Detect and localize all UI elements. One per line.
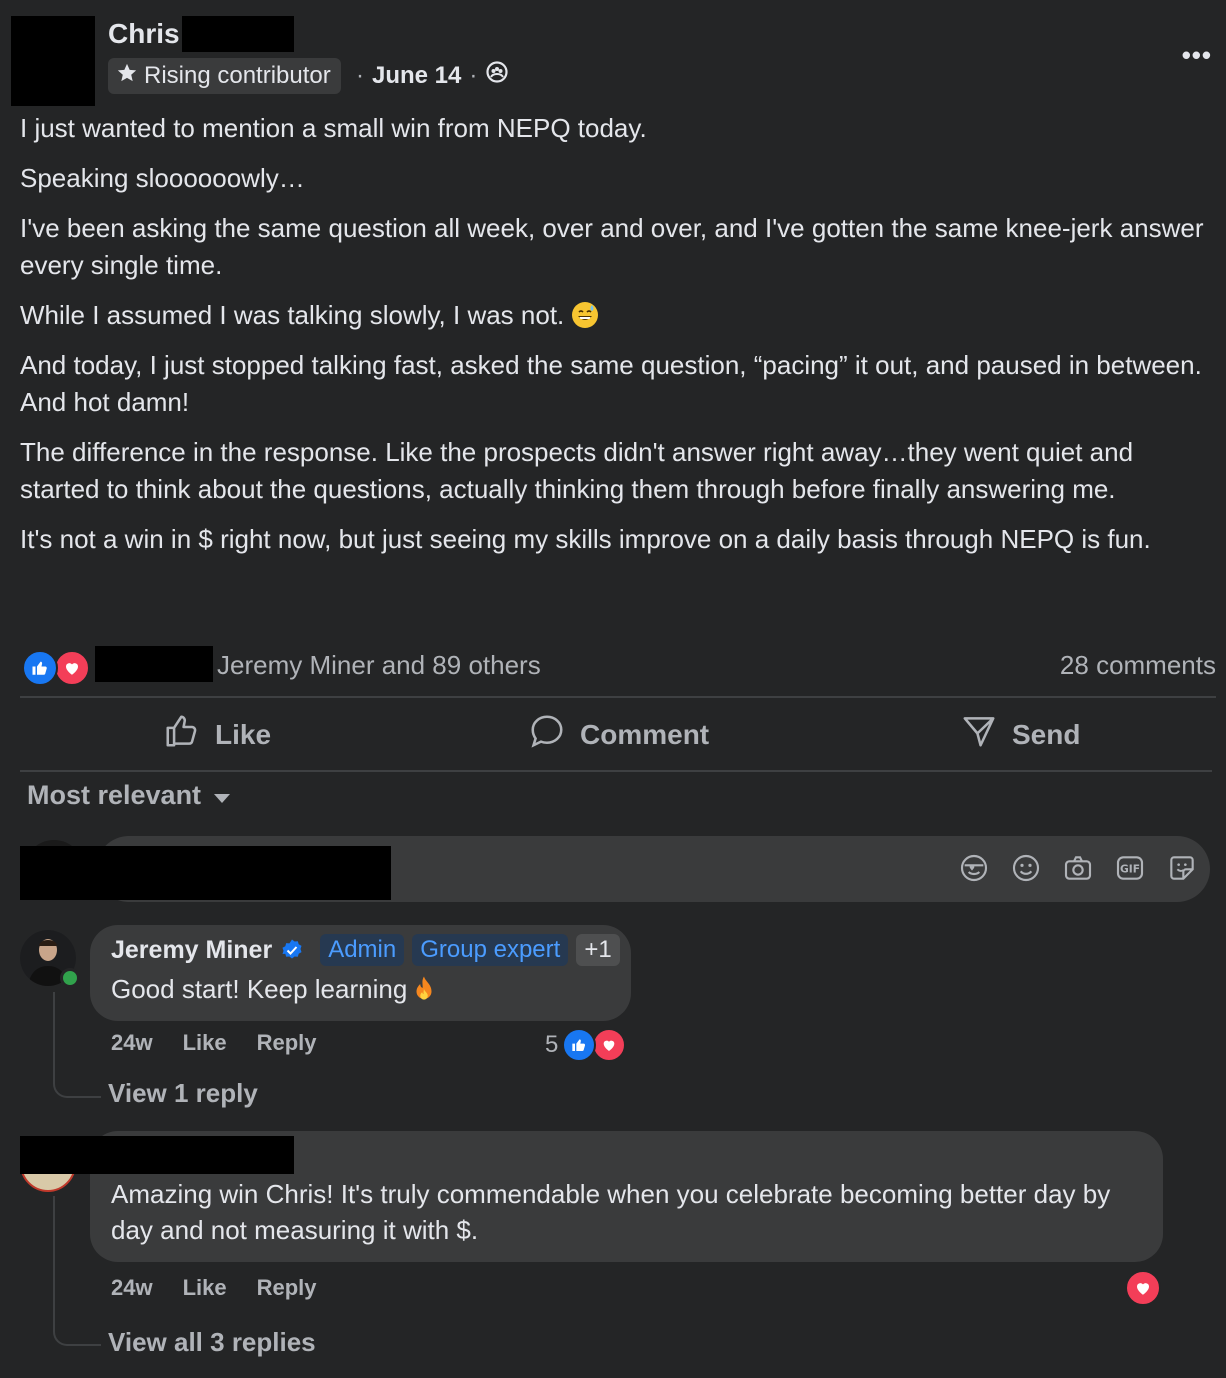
- star-icon: [116, 62, 138, 91]
- reactors-summary[interactable]: Jeremy Miner and 89 others: [217, 650, 541, 681]
- love-reaction-icon[interactable]: [54, 650, 90, 686]
- rising-contributor-badge[interactable]: Rising contributor: [108, 58, 341, 94]
- post-paragraph: The difference in the response. Like the…: [20, 437, 1134, 504]
- thumbs-up-icon: [163, 712, 201, 757]
- view-replies-link[interactable]: View all 3 replies: [108, 1327, 316, 1358]
- more-tags-badge[interactable]: +1: [576, 934, 620, 966]
- commenter-name[interactable]: Jeremy Miner: [111, 936, 272, 965]
- reactor-name-redacted: [95, 646, 213, 682]
- post-date[interactable]: June 14: [372, 62, 461, 90]
- post-paragraph: It's not a win in $ right now, but just …: [20, 524, 1151, 554]
- post-paragraph-with-emoji: While I assumed I was talking slowly, I …: [20, 297, 1210, 334]
- group-privacy-icon: [485, 60, 509, 91]
- post-paragraph: I've been asking the same question all w…: [20, 213, 1204, 280]
- meta-separator: ·: [469, 61, 478, 89]
- avatar-sticker-icon[interactable]: [958, 852, 990, 884]
- comment-label: Comment: [580, 718, 710, 750]
- post-paragraph: Speaking sloooooowly…: [20, 163, 305, 193]
- send-icon: [960, 712, 998, 757]
- send-label: Send: [1012, 718, 1081, 750]
- svg-text:GIF: GIF: [1120, 863, 1140, 876]
- gif-icon[interactable]: GIF: [1114, 852, 1146, 884]
- emoji-icon[interactable]: [1010, 852, 1042, 884]
- divider: [20, 770, 1212, 772]
- comment-timestamp[interactable]: 24w: [111, 1030, 153, 1056]
- grinning-sweat-emoji-icon: [571, 302, 598, 328]
- comments-count[interactable]: 28 comments: [1060, 650, 1216, 681]
- comment-sort-dropdown[interactable]: Most relevant: [27, 780, 231, 811]
- comment-header: Jeremy Miner Admin Group expert +1: [111, 934, 620, 966]
- love-reaction-icon: [592, 1028, 627, 1062]
- sticker-icon[interactable]: [1166, 852, 1198, 884]
- like-reaction-icon[interactable]: [22, 650, 58, 686]
- thread-connector: [53, 992, 101, 1098]
- meta-separator: ·: [356, 61, 364, 89]
- comment-button[interactable]: Comment: [528, 712, 709, 757]
- admin-tag[interactable]: Admin: [320, 934, 405, 966]
- caret-down-icon: [213, 780, 231, 811]
- badge-label: Rising contributor: [144, 62, 331, 89]
- comment-reply-button[interactable]: Reply: [257, 1030, 317, 1056]
- like-button[interactable]: Like: [163, 712, 271, 757]
- post-paragraph: While I assumed I was talking slowly, I …: [20, 300, 565, 330]
- author-name[interactable]: Chris: [108, 18, 180, 50]
- commenter-name-redacted: [20, 1136, 294, 1174]
- comment-reply-button[interactable]: Reply: [257, 1275, 317, 1301]
- comment-text: Good start! Keep learning: [111, 974, 408, 1004]
- composer-toolbar: GIF: [958, 852, 1198, 884]
- verified-badge-icon: [280, 938, 304, 962]
- sort-label: Most relevant: [27, 780, 202, 810]
- comment-text-row: Good start! Keep learning: [111, 971, 439, 1007]
- post-meta: · June 14 ·: [356, 60, 509, 91]
- post-body: I just wanted to mention a small win fro…: [20, 110, 1210, 571]
- comment-like-button[interactable]: Like: [183, 1275, 227, 1301]
- post-paragraph: I just wanted to mention a small win fro…: [20, 113, 647, 143]
- divider: [20, 696, 1216, 698]
- like-label: Like: [215, 718, 272, 750]
- comment-actions: 24w Like Reply: [111, 1030, 317, 1056]
- love-reaction-icon[interactable]: [1125, 1270, 1161, 1306]
- fire-emoji-icon: [409, 974, 439, 1004]
- comment-text: Amazing win Chris! It's truly commendabl…: [111, 1179, 1111, 1245]
- more-options-button[interactable]: •••: [1182, 40, 1212, 71]
- online-status-dot: [60, 968, 80, 988]
- comment-actions: 24w Like Reply: [111, 1275, 317, 1301]
- comment-reactions[interactable]: 5: [545, 1028, 627, 1062]
- author-avatar[interactable]: [11, 16, 95, 106]
- composer-redacted: [20, 846, 391, 900]
- like-reaction-icon: [562, 1028, 597, 1062]
- author-surname-redacted: [182, 16, 294, 52]
- group-expert-tag[interactable]: Group expert: [412, 934, 569, 966]
- thread-connector: [53, 1196, 101, 1346]
- post-paragraph: And today, I just stopped talking fast, …: [20, 350, 1202, 417]
- comment-timestamp[interactable]: 24w: [111, 1275, 153, 1301]
- reaction-count: 5: [545, 1031, 559, 1058]
- camera-icon[interactable]: [1062, 852, 1094, 884]
- view-replies-link[interactable]: View 1 reply: [108, 1078, 258, 1109]
- send-button[interactable]: Send: [960, 712, 1080, 757]
- comment-bubble-icon: [528, 712, 566, 757]
- comment-like-button[interactable]: Like: [183, 1030, 227, 1056]
